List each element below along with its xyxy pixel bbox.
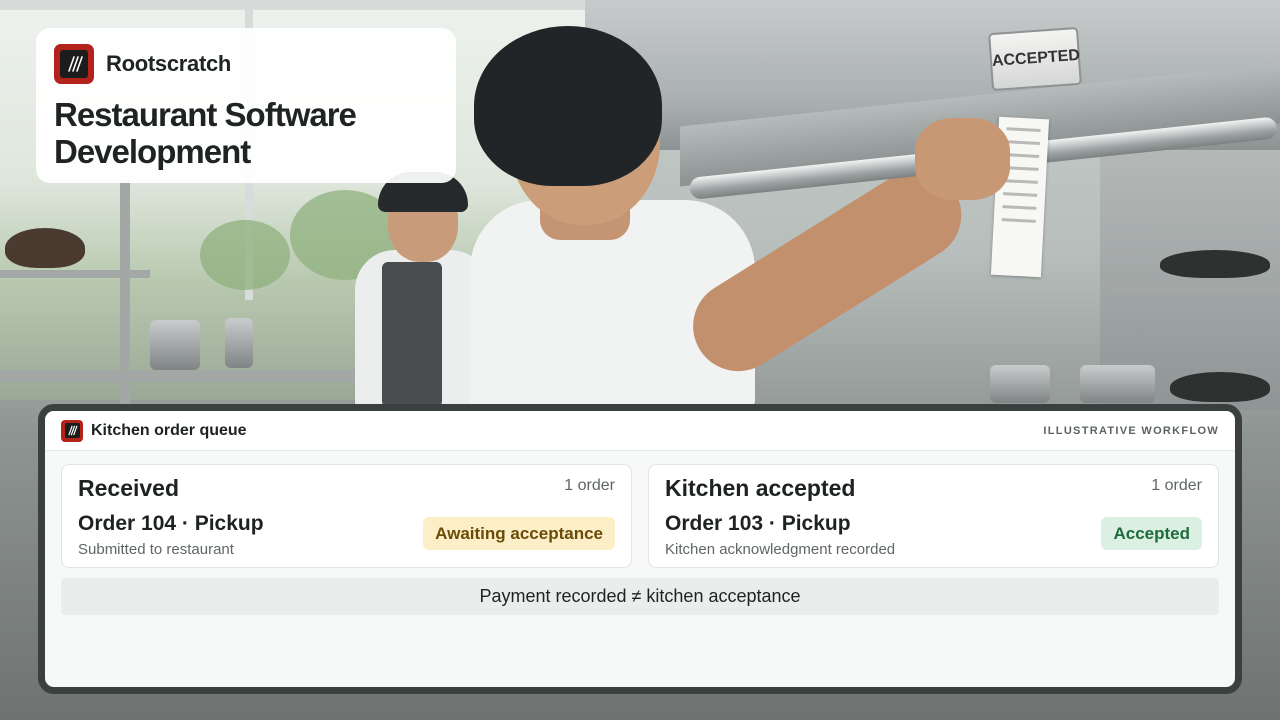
column-kitchen-accepted[interactable]: Kitchen accepted 1 order Order 103 · Pic… xyxy=(648,464,1219,568)
chef-hand xyxy=(915,118,1010,200)
rootscratch-logo-icon xyxy=(54,44,94,84)
shelf xyxy=(1110,280,1280,292)
pan xyxy=(1170,372,1270,402)
column-title: Received xyxy=(78,475,180,501)
brand-row: Rootscratch xyxy=(54,44,438,84)
window-frame xyxy=(0,0,600,10)
column-header: Kitchen accepted 1 order xyxy=(665,475,1202,502)
chef-hairnet xyxy=(474,26,662,186)
workflow-tag: ILLUSTRATIVE WORKFLOW xyxy=(1043,424,1219,437)
pot xyxy=(990,365,1050,403)
queue-columns: Received 1 order Order 104 · Pickup Subm… xyxy=(45,451,1235,568)
column-header: Received 1 order xyxy=(78,475,615,502)
order-count: 1 order xyxy=(1151,477,1202,494)
payment-acceptance-note: Payment recorded ≠ kitchen acceptance xyxy=(61,578,1219,615)
plant xyxy=(200,220,290,290)
panel-title-group: Kitchen order queue xyxy=(61,419,247,442)
counter xyxy=(0,370,360,382)
logo-slashes-icon xyxy=(68,425,78,436)
brand-card: Rootscratch Restaurant Software Developm… xyxy=(36,28,456,183)
page-title: Restaurant Software Development xyxy=(54,96,438,170)
pot xyxy=(1080,365,1155,403)
logo-mark xyxy=(64,423,80,438)
status-badge-accepted: Accepted xyxy=(1101,517,1202,550)
logo-mark xyxy=(60,50,88,78)
headline-line-2: Development xyxy=(54,133,251,170)
logo-slashes-icon xyxy=(68,56,83,72)
order-count: 1 order xyxy=(564,477,615,494)
panel-header: Kitchen order queue ILLUSTRATIVE WORKFLO… xyxy=(45,411,1235,451)
panel-title: Kitchen order queue xyxy=(91,421,247,439)
pan xyxy=(1160,250,1270,278)
pot xyxy=(150,320,200,370)
bowl-stack xyxy=(5,228,85,268)
brand-name: Rootscratch xyxy=(106,51,232,76)
headline-line-1: Restaurant Software xyxy=(54,96,357,133)
pot xyxy=(225,318,253,368)
column-title: Kitchen accepted xyxy=(665,475,856,501)
status-badge-awaiting: Awaiting acceptance xyxy=(423,517,615,550)
second-chef-apron xyxy=(382,262,442,407)
column-received[interactable]: Received 1 order Order 104 · Pickup Subm… xyxy=(61,464,632,568)
rootscratch-logo-icon xyxy=(61,419,83,442)
kitchen-order-queue-panel: Kitchen order queue ILLUSTRATIVE WORKFLO… xyxy=(38,404,1242,694)
accepted-sign: ACCEPTED xyxy=(988,26,1082,92)
